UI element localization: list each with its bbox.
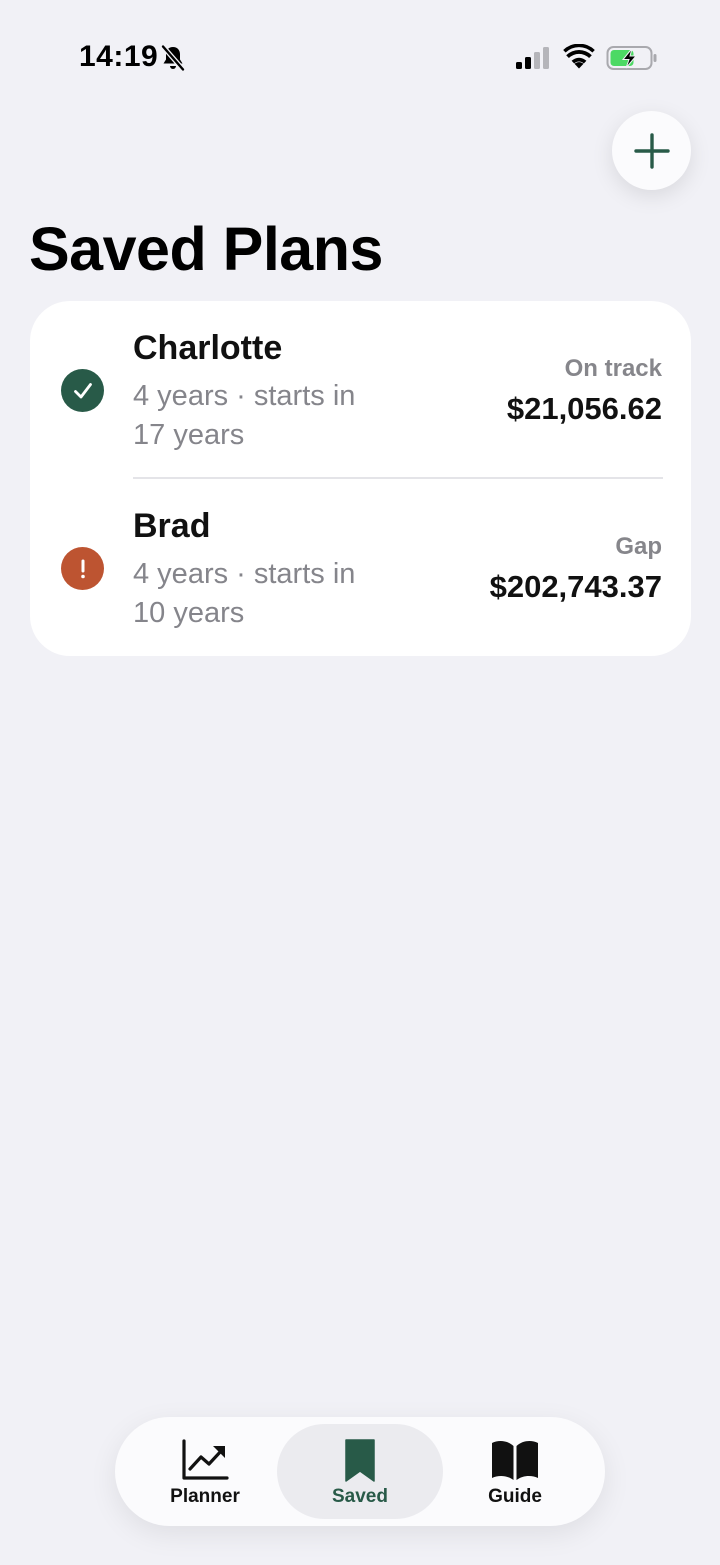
plan-detail: 4 years · starts in 10 years xyxy=(133,558,356,629)
page-title: Saved Plans xyxy=(29,215,383,283)
plan-name: Brad xyxy=(133,507,211,545)
plan-amount: $21,056.62 xyxy=(506,391,662,426)
signal-icon xyxy=(516,47,549,69)
status-bar: 14:19 xyxy=(0,0,720,110)
status-indicator xyxy=(61,547,104,590)
plan-row-charlotte[interactable]: Charlotte 4 years · starts in 17 years O… xyxy=(30,301,691,479)
plan-name: Charlotte xyxy=(133,329,283,367)
status-time: 14:19 xyxy=(79,40,159,73)
plus-icon xyxy=(633,132,670,169)
tab-planner[interactable]: Planner xyxy=(122,1424,288,1519)
tab-bar: Planner Saved Guide xyxy=(115,1417,605,1526)
tab-label: Planner xyxy=(170,1486,240,1507)
tab-guide[interactable]: Guide xyxy=(432,1424,598,1519)
exclamation-icon xyxy=(80,559,85,578)
book-icon xyxy=(492,1441,538,1480)
bell-slash-icon xyxy=(161,44,185,72)
checkmark-icon xyxy=(73,382,92,398)
saved-plans-screen: 14:19 Saved Plans Charlotte 4 years · st… xyxy=(0,0,720,1565)
wifi-icon xyxy=(563,44,595,69)
plan-status-label: On track xyxy=(564,355,662,382)
tab-label: Guide xyxy=(488,1486,542,1507)
battery-charging-icon xyxy=(606,46,657,70)
status-indicator xyxy=(61,369,104,412)
plans-list: Charlotte 4 years · starts in 17 years O… xyxy=(30,301,691,656)
plan-status-label: Gap xyxy=(615,533,662,560)
bookmark-icon xyxy=(345,1439,375,1482)
add-plan-button[interactable] xyxy=(612,111,691,190)
plan-detail: 4 years · starts in 17 years xyxy=(133,380,356,451)
plan-amount: $202,743.37 xyxy=(489,569,662,604)
plan-row-brad[interactable]: Brad 4 years · starts in 10 years Gap $2… xyxy=(30,479,691,656)
tab-saved[interactable]: Saved xyxy=(277,1424,443,1519)
tab-label: Saved xyxy=(332,1486,388,1507)
chart-line-icon xyxy=(182,1439,229,1480)
